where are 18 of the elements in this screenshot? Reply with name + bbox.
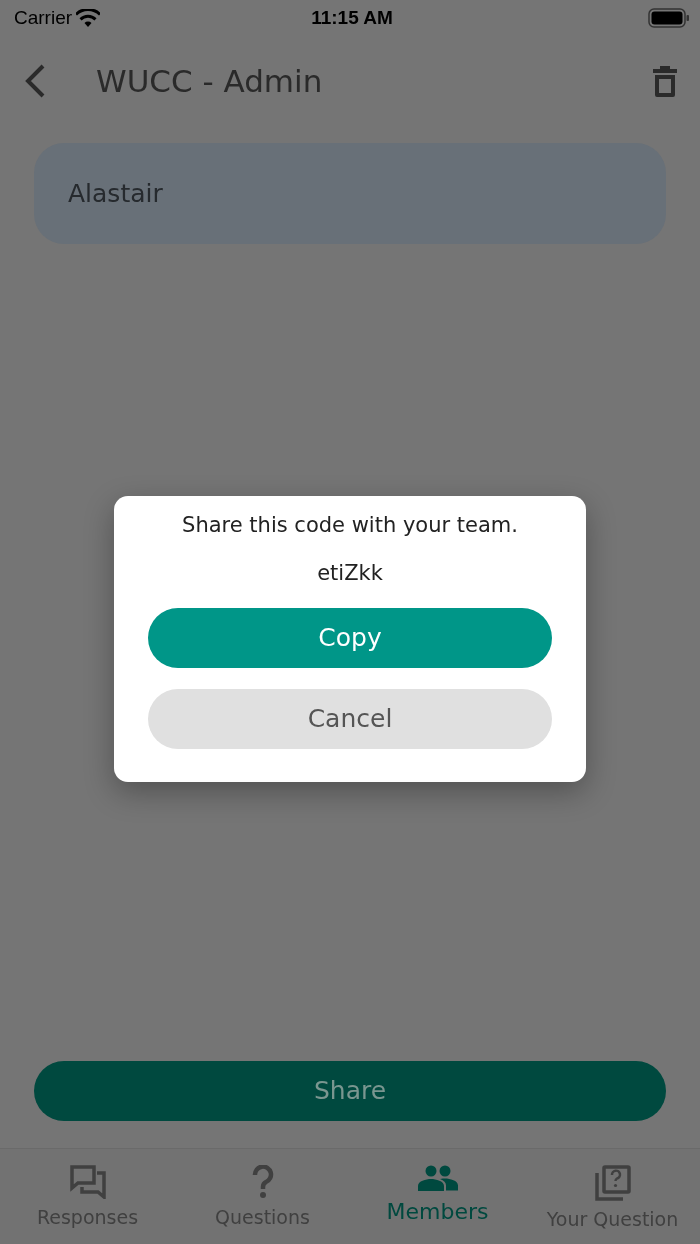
dialog-message: Share this code with your team. [181,512,519,539]
question-icon [251,1165,274,1199]
time-label: 11:15 AM [311,5,393,30]
share-code: etiZkk [316,559,384,587]
people-icon [417,1165,458,1191]
cancel-button[interactable]: Cancel [148,689,552,749]
copy-button[interactable]: Copy [148,608,552,668]
back-icon[interactable] [24,64,46,98]
trash-icon[interactable] [652,65,678,97]
chat-icon [69,1165,106,1199]
wifi-icon [76,9,101,27]
screen-title: WUCC - Admin [96,61,324,101]
carrier-label: Carrier [14,5,73,30]
question-box-icon [594,1165,631,1201]
share-button[interactable]: Share [34,1061,666,1121]
battery-icon [648,8,690,28]
tab-item[interactable]: Members [350,1149,525,1244]
member-item[interactable]: Alastair [34,143,666,244]
